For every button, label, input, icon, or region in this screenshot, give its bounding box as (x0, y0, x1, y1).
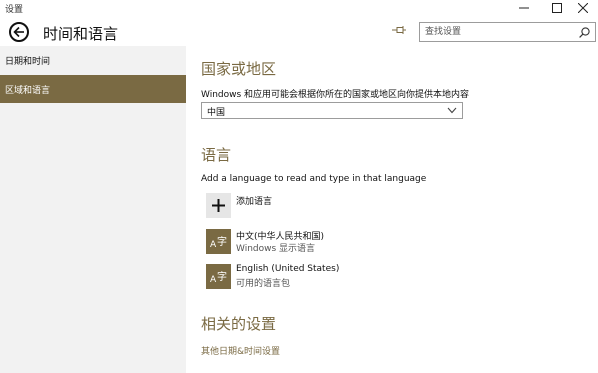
svg-text:字: 字 (217, 235, 227, 248)
language-status: 可用的语言包 (236, 279, 291, 289)
page-title: 时间和语言 (43, 25, 119, 43)
settings-header: 时间和语言 (0, 16, 598, 46)
sidebar-item-date-time[interactable]: 日期和时间 (0, 46, 186, 74)
add-language-label: 添加语言 (236, 197, 273, 207)
chevron-down-icon (447, 107, 457, 114)
language-name: English (United States) (236, 264, 340, 274)
add-language-tile (206, 193, 231, 218)
back-arrow-icon (13, 26, 24, 38)
language-icon: A 字 (206, 229, 231, 254)
language-item[interactable]: A 字 English (United States) 可用的语言包 (206, 264, 506, 292)
close-button[interactable] (564, 0, 598, 16)
window-title: 设置 (5, 5, 24, 15)
region-section-title: 国家或地区 (201, 60, 277, 78)
pin-icon[interactable] (392, 25, 406, 35)
plus-icon (212, 199, 225, 212)
sidebar-item-label: 区域和语言 (5, 85, 51, 96)
search-box[interactable] (419, 22, 596, 42)
language-section-title: 语言 (201, 146, 232, 164)
main-content: 国家或地区 Windows 和应用可能会根据你所在的国家或地区向你提供本地内容 … (186, 46, 598, 373)
search-input[interactable] (425, 25, 575, 39)
title-bar: 设置 (0, 0, 598, 16)
other-date-time-settings-link[interactable]: 其他日期&时间设置 (201, 344, 280, 357)
sidebar: 日期和时间 区域和语言 (0, 46, 186, 373)
language-description: Add a language to read and type in that … (201, 174, 427, 184)
country-select-value: 中国 (207, 108, 226, 118)
svg-text:A: A (210, 275, 217, 285)
language-icon: A 字 (206, 264, 231, 289)
search-icon[interactable] (579, 27, 590, 38)
back-button[interactable] (9, 22, 29, 42)
language-item[interactable]: A 字 中文(中华人民共和国) Windows 显示语言 (206, 229, 506, 257)
svg-text:A: A (210, 240, 217, 250)
minimize-icon (519, 7, 529, 9)
sidebar-item-region-language[interactable]: 区域和语言 (0, 75, 186, 103)
close-icon (578, 3, 588, 13)
language-status: Windows 显示语言 (236, 244, 316, 254)
add-language-button[interactable]: 添加语言 (206, 193, 506, 221)
country-select[interactable]: 中国 (201, 102, 463, 119)
region-description: Windows 和应用可能会根据你所在的国家或地区向你提供本地内容 (201, 90, 470, 100)
sidebar-item-label: 日期和时间 (5, 56, 51, 67)
related-settings-title: 相关的设置 (201, 315, 277, 333)
maximize-icon (552, 3, 562, 13)
svg-text:字: 字 (217, 270, 227, 283)
